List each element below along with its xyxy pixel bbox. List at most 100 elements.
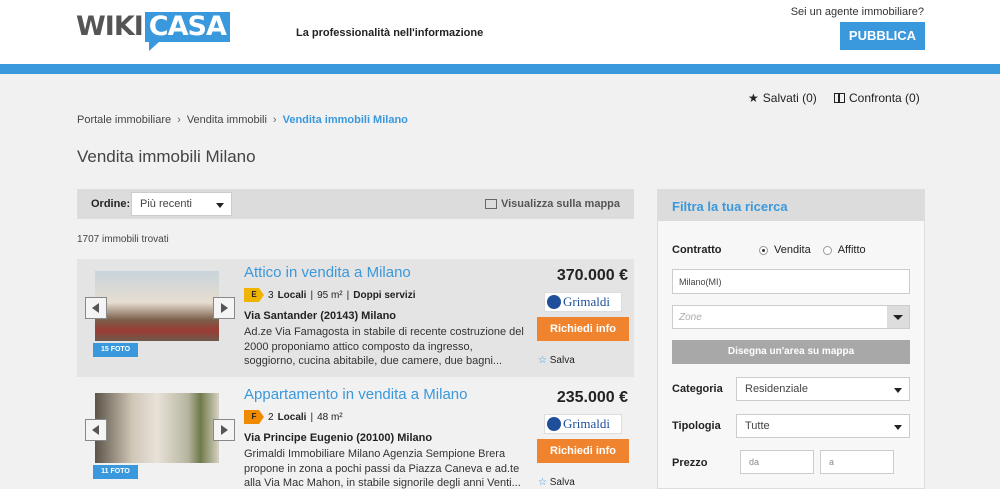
photo-gallery: 11 FOTO: [85, 393, 235, 479]
header-accent-bar: [0, 64, 1000, 74]
listing-address: Via Santander (20143) Milano: [244, 310, 397, 322]
compare-link[interactable]: Confronta (0): [834, 91, 920, 105]
listing-features: F 2 Locali | 48 m²: [244, 410, 343, 424]
star-icon: ★: [748, 91, 759, 105]
rooms-count: 2: [268, 411, 274, 423]
arrow-right-icon[interactable]: [213, 297, 235, 319]
radio-vendita-label[interactable]: Vendita: [774, 244, 811, 256]
listing-card[interactable]: 11 FOTO Appartamento in vendita a Milano…: [77, 381, 634, 489]
agent-question-link[interactable]: Sei un agente immobiliare?: [791, 6, 924, 18]
logo-casa-text: CASA: [144, 12, 230, 51]
area-value: 95 m²: [317, 289, 343, 301]
filter-panel: Filtra la tua ricerca Contratto Vendita …: [657, 189, 925, 489]
logo-wiki-text: WIKI: [76, 11, 144, 42]
listing-title[interactable]: Appartamento in vendita a Milano: [244, 386, 467, 403]
price-from-input[interactable]: da: [740, 450, 814, 474]
type-label: Tipologia: [672, 420, 721, 432]
compare-label: Confronta (0): [849, 91, 920, 105]
save-label: Salva: [549, 477, 575, 488]
results-count: 1707 immobili trovati: [77, 234, 169, 245]
arrow-left-icon[interactable]: [85, 419, 107, 441]
listing-description: Ad.ze Via Famagosta in stabile di recent…: [244, 326, 524, 367]
agency-emblem-icon: [547, 295, 561, 309]
category-select[interactable]: Residenziale: [736, 377, 910, 401]
sort-bar: Ordine: Più recenti Visualizza sulla map…: [77, 189, 634, 219]
page-title: Vendita immobili Milano: [77, 147, 256, 166]
star-outline-icon: ☆: [538, 355, 547, 366]
category-value: Residenziale: [745, 383, 808, 395]
site-header: WIKI CASA La professionalità nell'inform…: [0, 0, 1000, 64]
chevron-down-icon: [894, 425, 902, 430]
radio-affitto[interactable]: [822, 245, 832, 255]
separator: |: [346, 289, 350, 301]
area-value: 48 m²: [317, 411, 343, 423]
map-icon: [484, 199, 497, 209]
listing-description: Grimaldi Immobiliare Milano Agenzia Semp…: [244, 448, 521, 489]
energy-class-badge: E: [244, 288, 264, 302]
tagline: La professionalità nell'informazione: [296, 27, 484, 39]
view-on-map-label: Visualizza sulla mappa: [500, 198, 620, 210]
zone-placeholder: Zone: [679, 312, 702, 323]
agency-emblem-icon: [547, 417, 561, 431]
photo-count-badge: 11 FOTO: [93, 465, 138, 479]
breadcrumb-current[interactable]: Vendita immobili Milano: [283, 114, 408, 126]
contract-radio-group: Vendita Affitto: [759, 244, 866, 256]
rooms-label: Locali: [277, 411, 307, 423]
request-info-button[interactable]: Richiedi info: [537, 439, 629, 463]
price-to-placeholder: a: [829, 457, 835, 467]
breadcrumb-item[interactable]: Vendita immobili: [187, 114, 267, 126]
save-label: Salva: [549, 355, 575, 366]
photo-gallery: 15 FOTO: [85, 271, 235, 357]
listing-title[interactable]: Attico in vendita a Milano: [244, 264, 411, 281]
draw-area-button[interactable]: Disegna un'area su mappa: [672, 340, 910, 364]
separator: |: [310, 411, 314, 423]
radio-vendita[interactable]: [759, 245, 768, 255]
chevron-right-icon: ›: [177, 114, 181, 126]
arrow-right-icon[interactable]: [213, 419, 235, 441]
price-from-placeholder: da: [749, 457, 760, 467]
request-info-button[interactable]: Richiedi info: [537, 317, 629, 341]
saved-link[interactable]: ★ Salvati (0): [748, 91, 817, 105]
agency-logo[interactable]: Grimaldi: [544, 414, 622, 434]
publish-button[interactable]: PUBBLICA: [840, 22, 925, 50]
extra-feature: Doppi servizi: [353, 289, 416, 301]
star-outline-icon: ☆: [538, 477, 547, 488]
compare-icon: [834, 93, 845, 103]
contract-label: Contratto: [672, 244, 722, 256]
save-listing-link[interactable]: ☆ Salva: [538, 477, 575, 488]
rooms-count: 3: [268, 289, 274, 301]
breadcrumb: Portale immobiliare › Vendita immobili ›…: [77, 114, 408, 126]
sort-label: Ordine:: [91, 198, 131, 210]
listing-price: 370.000 €: [556, 267, 628, 284]
listing-photo[interactable]: [95, 271, 219, 341]
view-on-map-link[interactable]: Visualizza sulla mappa: [484, 198, 620, 210]
listing-features: E 3 Locali | 95 m² | Doppi servizi: [244, 288, 416, 302]
city-input[interactable]: Milano(MI): [672, 269, 910, 294]
type-select[interactable]: Tutte: [736, 414, 910, 438]
price-to-input[interactable]: a: [820, 450, 894, 474]
energy-class-badge: F: [244, 410, 264, 424]
listing-card[interactable]: 15 FOTO Attico in vendita a Milano E 3 L…: [77, 259, 634, 377]
sort-select[interactable]: Più recenti: [131, 192, 232, 216]
sort-selected-value: Più recenti: [140, 198, 192, 210]
agency-logo[interactable]: Grimaldi: [544, 292, 622, 312]
chevron-down-icon[interactable]: [887, 306, 909, 328]
agency-name: Grimaldi: [563, 294, 610, 309]
city-input-value: Milano(MI): [679, 277, 722, 287]
arrow-left-icon[interactable]: [85, 297, 107, 319]
site-logo[interactable]: WIKI CASA: [76, 12, 230, 52]
listing-photo[interactable]: [95, 393, 219, 463]
radio-affitto-label[interactable]: Affitto: [838, 244, 866, 256]
separator: |: [310, 289, 314, 301]
type-value: Tutte: [745, 420, 770, 432]
saved-label: Salvati (0): [762, 91, 817, 105]
chevron-right-icon: ›: [272, 114, 277, 126]
breadcrumb-item[interactable]: Portale immobiliare: [77, 114, 171, 126]
listing-price: 235.000 €: [556, 389, 628, 406]
agency-name: Grimaldi: [563, 416, 610, 431]
category-label: Categoria: [672, 383, 723, 395]
filter-title: Filtra la tua ricerca: [658, 190, 924, 221]
zone-select[interactable]: Zone: [672, 305, 910, 329]
price-label: Prezzo: [672, 457, 708, 469]
save-listing-link[interactable]: ☆ Salva: [538, 355, 575, 366]
